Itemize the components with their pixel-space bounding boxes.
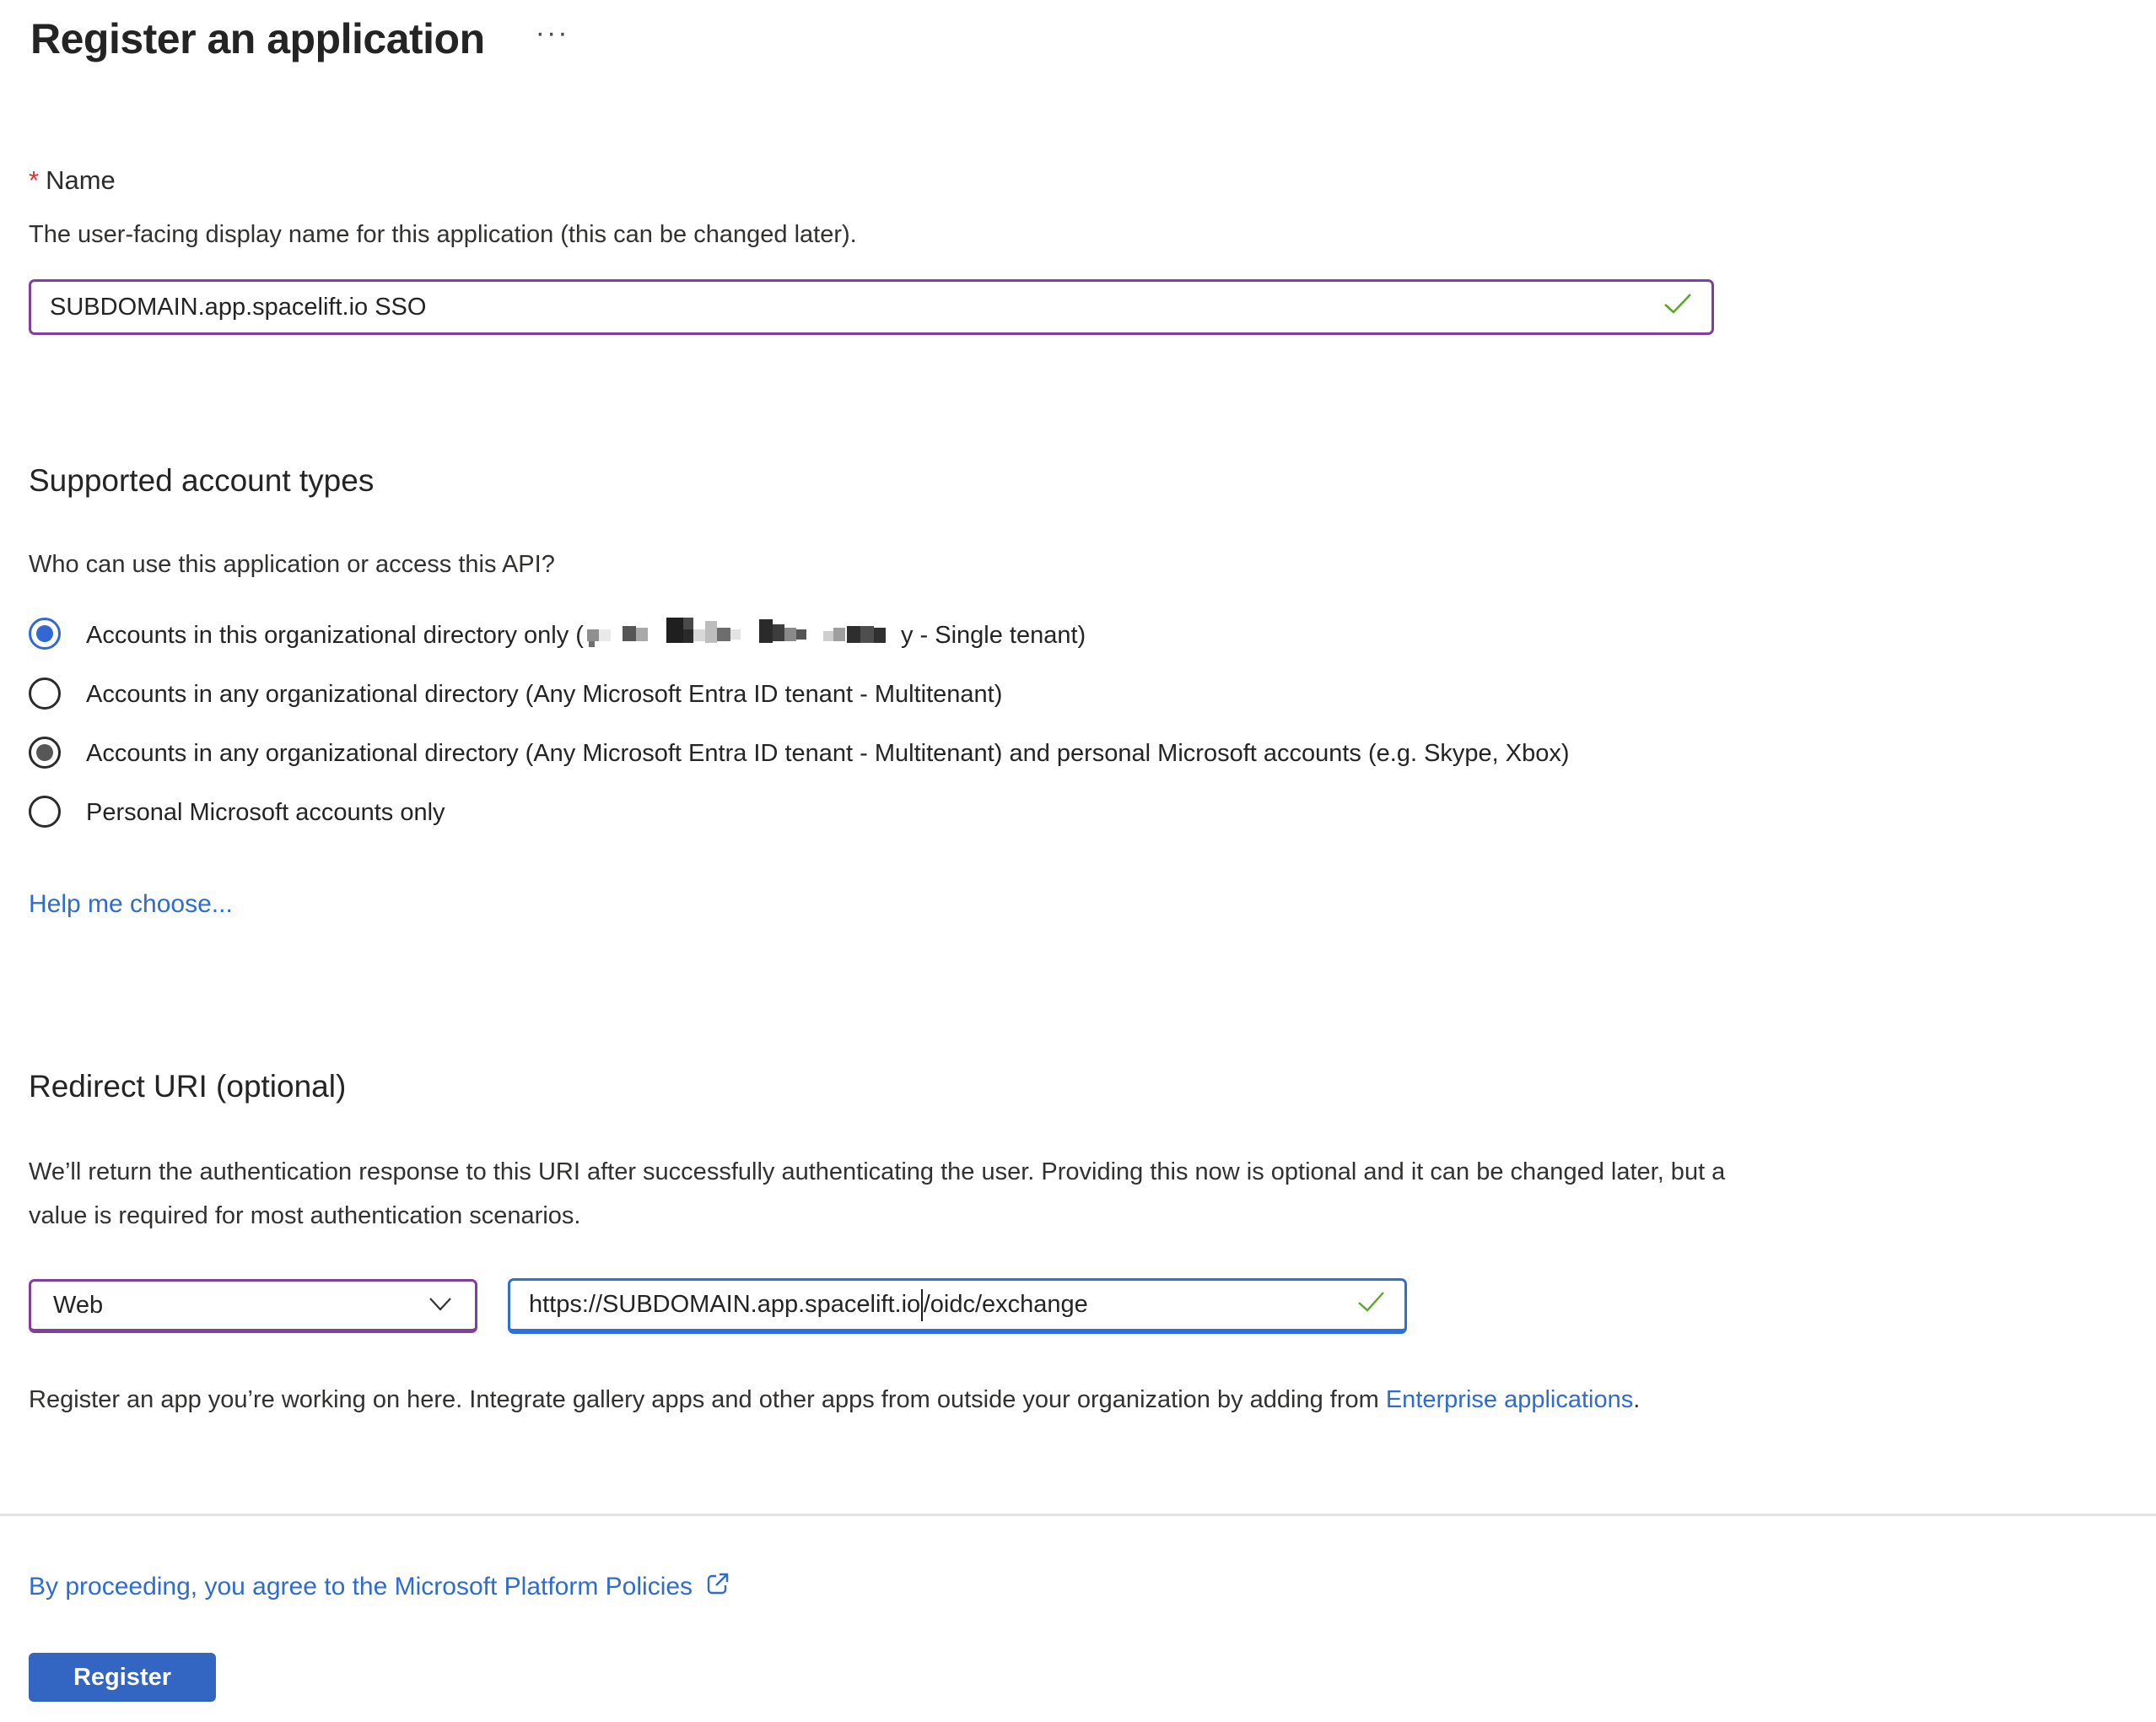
label-prefix: Accounts in this organizational director… bbox=[86, 622, 584, 649]
account-type-radio-group: Accounts in this organizational director… bbox=[29, 616, 1749, 831]
help-me-choose-link[interactable]: Help me choose... bbox=[29, 890, 233, 918]
enterprise-applications-link[interactable]: Enterprise applications bbox=[1386, 1386, 1633, 1413]
radio-option-multitenant-label: Accounts in any organizational directory… bbox=[86, 676, 1002, 713]
note-period: . bbox=[1633, 1386, 1640, 1413]
radio-option-personal-only-label: Personal Microsoft accounts only bbox=[86, 794, 445, 831]
page-footer: By proceeding, you agree to the Microsof… bbox=[0, 1516, 2156, 1722]
uri-value-after-caret: /oidc/exchange bbox=[924, 1291, 1088, 1319]
name-field-label: *Name bbox=[29, 165, 2127, 196]
valid-check-icon bbox=[1663, 292, 1693, 322]
name-input-value: SUBDOMAIN.app.spacelift.io SSO bbox=[50, 294, 426, 321]
radio-option-single-tenant-label: Accounts in this organizational director… bbox=[86, 616, 1086, 654]
policy-line: By proceeding, you agree to the Microsof… bbox=[29, 1570, 2127, 1604]
register-button[interactable]: Register bbox=[29, 1653, 216, 1702]
register-application-page: Register an application ··· *Name The us… bbox=[0, 0, 2156, 1722]
page-title: Register an application bbox=[30, 13, 485, 64]
name-label-text: Name bbox=[46, 165, 116, 195]
required-asterisk: * bbox=[29, 165, 39, 195]
radio-option-personal-only[interactable]: Personal Microsoft accounts only bbox=[29, 794, 1749, 831]
redirect-uri-input[interactable]: https://SUBDOMAIN.app.spacelift.io/oidc/… bbox=[508, 1278, 1407, 1334]
more-options-button[interactable]: ··· bbox=[536, 19, 569, 47]
redirect-uri-heading: Redirect URI (optional) bbox=[29, 1069, 2127, 1104]
main-content: *Name The user-facing display name for t… bbox=[0, 64, 2156, 1414]
valid-check-icon bbox=[1357, 1291, 1386, 1320]
platform-select-dropdown[interactable]: Web bbox=[29, 1279, 477, 1333]
radio-option-single-tenant[interactable]: Accounts in this organizational director… bbox=[29, 616, 1749, 654]
redirect-uri-description: We’ll return the authentication response… bbox=[29, 1150, 1766, 1238]
radio-option-multitenant[interactable]: Accounts in any organizational directory… bbox=[29, 676, 1749, 713]
supported-account-types-heading: Supported account types bbox=[29, 463, 2127, 499]
account-types-question: Who can use this application or access t… bbox=[29, 551, 2127, 579]
page-header: Register an application ··· bbox=[0, 0, 2156, 64]
radio-unselected-icon[interactable] bbox=[29, 677, 61, 710]
note-text: Register an app you’re working on here. … bbox=[29, 1386, 1386, 1413]
platform-policies-link[interactable]: By proceeding, you agree to the Microsof… bbox=[29, 1573, 693, 1601]
redacted-tenant-name bbox=[585, 616, 899, 650]
name-input[interactable]: SUBDOMAIN.app.spacelift.io SSO bbox=[29, 279, 1714, 335]
external-link-icon[interactable] bbox=[704, 1570, 731, 1604]
radio-option-multitenant-personal[interactable]: Accounts in any organizational directory… bbox=[29, 735, 1749, 772]
radio-selected-blue-icon[interactable] bbox=[29, 618, 61, 650]
radio-option-multitenant-personal-label: Accounts in any organizational directory… bbox=[86, 735, 1570, 772]
radio-unselected-icon[interactable] bbox=[29, 796, 61, 828]
chevron-down-icon bbox=[428, 1292, 453, 1320]
uri-value-before-caret: https://SUBDOMAIN.app.spacelift.io bbox=[529, 1291, 920, 1319]
enterprise-apps-note: Register an app you’re working on here. … bbox=[29, 1386, 1969, 1414]
redirect-uri-row: Web https://SUBDOMAIN.app.spacelift.io/o… bbox=[29, 1278, 2127, 1334]
label-suffix: y - Single tenant) bbox=[901, 622, 1086, 649]
platform-selected-value: Web bbox=[53, 1292, 103, 1320]
name-field-description: The user-facing display name for this ap… bbox=[29, 221, 2127, 249]
help-me-choose-row: Help me choose... bbox=[29, 890, 2127, 919]
radio-selected-dark-icon[interactable] bbox=[29, 737, 61, 769]
